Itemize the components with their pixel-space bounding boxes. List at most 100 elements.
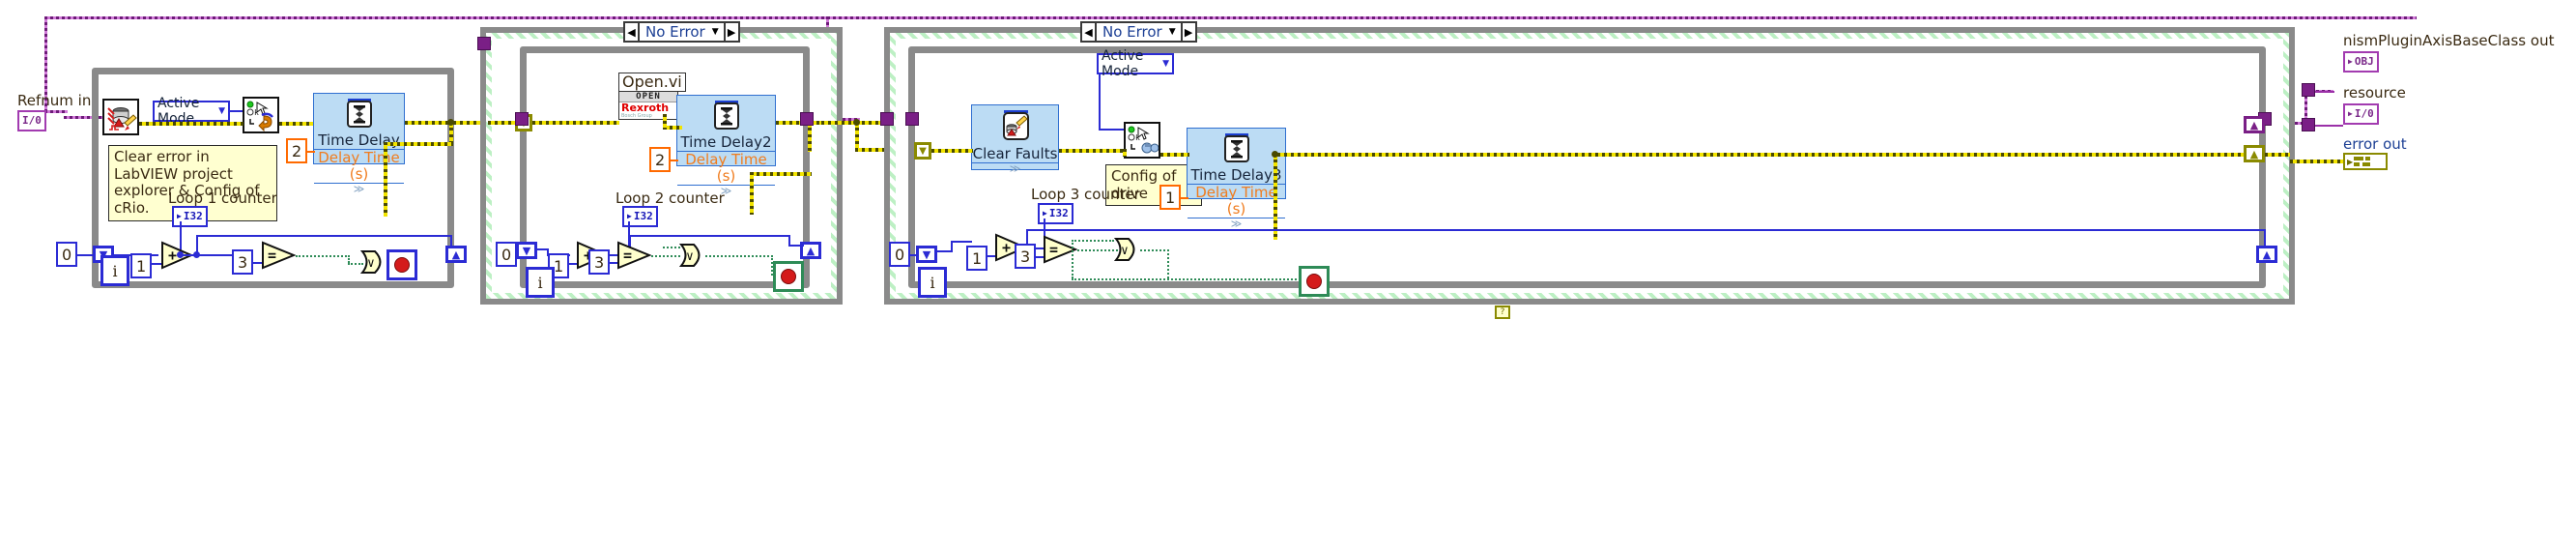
frame3-stop-button[interactable] bbox=[1299, 266, 1330, 297]
frame2-open-vi-sub: Bosch Group bbox=[621, 112, 652, 119]
resource-tri: ▶ bbox=[2348, 109, 2353, 118]
frame2-selector-left-arrow[interactable]: ◀ bbox=[625, 23, 640, 41]
frame2-purple-tunnel-openvi[interactable] bbox=[800, 112, 814, 126]
frame3-purple-tunnel-out[interactable] bbox=[2302, 83, 2315, 97]
frame3-clear-faults-subvi[interactable]: Clear Faults ≫ bbox=[971, 104, 1059, 174]
frame2-time-delay2-name: Time Delay2 bbox=[680, 133, 772, 151]
frame3-purple-tunnel-left[interactable] bbox=[880, 112, 894, 126]
frame2-compare-constant[interactable]: 3 bbox=[588, 249, 611, 275]
frame3-shift-register-right[interactable]: ▲ bbox=[2256, 246, 2277, 263]
frame3-purple-tunnel-inner-left[interactable] bbox=[905, 112, 919, 126]
eraser-drum-icon bbox=[998, 109, 1033, 146]
frame3-delay-const-wire bbox=[1181, 197, 1188, 199]
class-wire-to-refnum bbox=[44, 110, 68, 113]
frame3-clear-faults-chevron[interactable]: ≫ bbox=[972, 161, 1058, 174]
frame1-add-operator[interactable]: + bbox=[160, 241, 194, 274]
frame2-delay-constant[interactable]: 2 bbox=[649, 147, 672, 172]
frame2-stop-button[interactable] bbox=[773, 261, 804, 292]
frame3-or-operator[interactable]: ∨ bbox=[1113, 237, 1142, 266]
frame1-counter-tri: ▶ bbox=[177, 212, 182, 220]
property-node-glyph: k bbox=[246, 101, 273, 132]
frame3-init-constant[interactable]: 0 bbox=[889, 242, 911, 267]
resource-terminal[interactable]: ▶ I/0 bbox=[2343, 102, 2379, 125]
svg-text:∨: ∨ bbox=[1121, 244, 1129, 258]
frame2-open-vi-body: OPEN Rexroth Bosch Group bbox=[618, 91, 678, 120]
frame3-case-selector[interactable]: ◀ No Error ▼ ▶ bbox=[1080, 21, 1197, 43]
frame3-selector-label: No Error bbox=[1102, 23, 1162, 41]
hourglass-icon bbox=[343, 98, 376, 132]
frame2-delay-time-row[interactable]: Delay Time (s) bbox=[677, 150, 775, 186]
frame2-init-constant[interactable]: 0 bbox=[496, 242, 518, 267]
frame1-init-constant[interactable]: 0 bbox=[56, 242, 78, 267]
frame1-property-node-icon[interactable]: k bbox=[243, 97, 279, 133]
frame1-shift-register-right[interactable]: ▲ bbox=[445, 246, 467, 263]
frame2-purple-tunnel-top[interactable] bbox=[477, 37, 491, 50]
frame1-delay-time-row[interactable]: Delay Time (s) bbox=[314, 148, 404, 184]
frame2-feedback-right bbox=[788, 245, 804, 247]
frame3-active-mode-caret: ▼ bbox=[1162, 59, 1169, 69]
frame3-delay-constant[interactable]: 1 bbox=[1159, 185, 1182, 210]
frame1-delay-constant[interactable]: 2 bbox=[286, 138, 308, 163]
frame2-purple-tunnel-mid[interactable] bbox=[515, 112, 529, 126]
frame2-error-loopback bbox=[750, 172, 812, 176]
frame3-tunnel-in[interactable]: ▼ bbox=[914, 142, 931, 160]
frame3-iteration-terminal: i bbox=[918, 267, 947, 298]
frame3-purple-tunnel-res[interactable] bbox=[2302, 118, 2315, 131]
resource-type: ▶ I/0 bbox=[2343, 102, 2379, 125]
svg-text:+: + bbox=[1002, 239, 1011, 256]
refnum-in-terminal[interactable]: I/0 bbox=[17, 109, 46, 131]
frame3-increment-constant[interactable]: 1 bbox=[966, 246, 988, 271]
frame3-time-delay3-name: Time Delay3 bbox=[1190, 166, 1282, 184]
frame2-equal-operator[interactable]: = bbox=[616, 241, 652, 274]
frame1-increment-constant[interactable]: 1 bbox=[130, 253, 153, 278]
frame1-expand-chevron[interactable]: ≫ bbox=[314, 183, 404, 194]
frame3-shift-register-left[interactable]: ▼ bbox=[916, 246, 937, 263]
frame3-eq-out bbox=[1077, 249, 1118, 251]
frame3-delay-time-row[interactable]: Delay Time (s) bbox=[1188, 183, 1285, 218]
frame3-time-delay3-subvi[interactable]: Time Delay3 Delay Time (s) ≫ bbox=[1187, 128, 1286, 229]
frame2-case-selector[interactable]: ◀ No Error ▼ ▶ bbox=[623, 21, 740, 43]
stop-indicator-dot bbox=[781, 269, 796, 284]
frame3-sr-purple[interactable]: ▲ bbox=[2244, 116, 2265, 133]
frame1-time-delay-subvi[interactable]: Time Delay Delay Time (s) ≫ bbox=[313, 93, 405, 194]
svg-text:+: + bbox=[168, 247, 177, 264]
class-out-tri: ▶ bbox=[2348, 57, 2353, 66]
frame2-shift-register-left[interactable]: ▼ bbox=[516, 242, 537, 259]
equal-triangle-icon: = bbox=[617, 241, 652, 270]
frame2-error-loopback-v bbox=[750, 172, 754, 215]
frame1-compare-constant[interactable]: 3 bbox=[232, 249, 254, 275]
frame1-or-operator[interactable]: ∨ bbox=[359, 249, 388, 278]
error-cluster-icon bbox=[2354, 157, 2371, 166]
frame1-counter-indicator[interactable]: ▶ I32 bbox=[172, 204, 208, 227]
frame2-selector-right-arrow[interactable]: ▶ bbox=[723, 23, 738, 41]
or-gate-icon: ∨ bbox=[359, 250, 382, 274]
frame1-error-wire-5 bbox=[384, 142, 453, 146]
frame1-stop-button[interactable] bbox=[386, 249, 417, 280]
frame3-active-mode-enum[interactable]: Active Mode ▼ bbox=[1097, 48, 1174, 79]
frame3-error-after-pn bbox=[1160, 153, 1189, 157]
frame2-or-operator[interactable]: ∨ bbox=[678, 243, 707, 272]
frame1-active-mode-caret: ▼ bbox=[218, 106, 225, 116]
frame3-selector-right-arrow[interactable]: ▶ bbox=[1180, 23, 1195, 41]
frame1-active-mode-enum[interactable]: Active Mode ▼ bbox=[153, 96, 230, 127]
frame1-branch-up bbox=[196, 235, 198, 255]
frame3-property-node-icon[interactable]: k bbox=[1124, 122, 1160, 159]
frame3-feedback-right bbox=[1271, 229, 2266, 231]
frame1-clear-error-icon[interactable] bbox=[102, 99, 139, 135]
frame3-selector-caret[interactable]: ▼ bbox=[1169, 27, 1176, 37]
frame2-selector-caret[interactable]: ▼ bbox=[712, 27, 719, 37]
frame2-counter-tri: ▶ bbox=[627, 212, 632, 220]
frame3-selector-left-arrow[interactable]: ◀ bbox=[1082, 23, 1097, 41]
frame3-bool-tunnel[interactable]: ? bbox=[1495, 306, 1510, 319]
frame3-compare-constant[interactable]: 3 bbox=[1015, 244, 1037, 269]
frame3-sr-wire2 bbox=[951, 241, 972, 243]
clear-error-glyph bbox=[107, 107, 137, 131]
frame1-add-out-wire bbox=[180, 254, 238, 256]
frame3-sr-yellow[interactable]: ▲ bbox=[2244, 145, 2265, 162]
frame2-time-delay2-subvi[interactable]: Time Delay2 Delay Time (s) ≫ bbox=[676, 95, 776, 196]
error-out-terminal[interactable]: ▶ bbox=[2343, 153, 2388, 170]
frame3-expand-chevron[interactable]: ≫ bbox=[1188, 218, 1285, 229]
svg-text:=: = bbox=[623, 247, 632, 264]
class-out-terminal[interactable]: ▶ OBJ bbox=[2343, 49, 2379, 73]
frame1-equal-operator[interactable]: = bbox=[261, 241, 297, 274]
